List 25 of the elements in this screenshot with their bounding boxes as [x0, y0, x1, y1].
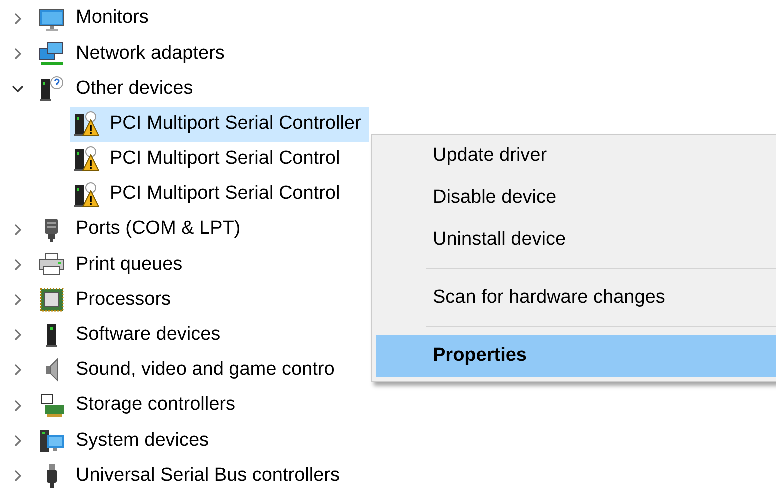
tree-item[interactable]: Print queues: [36, 247, 191, 282]
tree-item[interactable]: Monitors: [36, 1, 157, 36]
menu-item[interactable]: Properties: [376, 335, 776, 377]
warning-device-icon: [72, 180, 100, 209]
tree-item[interactable]: PCI Multiport Serial Controller: [70, 106, 370, 142]
network-icon: [38, 40, 66, 68]
tree-item[interactable]: PCI Multiport Serial Control: [70, 177, 348, 212]
menu-item[interactable]: Scan for hardware changes: [376, 277, 776, 319]
tree-item[interactable]: Other devices: [36, 71, 202, 106]
menu-item[interactable]: Update driver: [376, 135, 776, 177]
warning-device-icon: [72, 145, 100, 174]
tree-item[interactable]: Network adapters: [36, 36, 233, 72]
tree-item[interactable]: PCI Multiport Serial Control: [70, 142, 348, 177]
tree-item[interactable]: Processors: [36, 282, 180, 318]
tree-item[interactable]: System devices: [36, 423, 218, 458]
tree-item[interactable]: Sound, video and game contro: [36, 352, 343, 388]
menu-item[interactable]: Disable device: [376, 177, 776, 219]
tree-item[interactable]: Universal Serial Bus controllers: [36, 458, 348, 494]
unknown-device-icon: [38, 74, 66, 103]
warning-device-icon: [72, 110, 100, 138]
processor-icon: [38, 286, 66, 314]
menu-item[interactable]: Uninstall device: [376, 219, 776, 261]
tree-item[interactable]: Software devices: [36, 318, 229, 353]
tree-item[interactable]: Storage controllers: [36, 388, 244, 424]
tree-item[interactable]: Ports (COM & LPT): [36, 212, 249, 248]
